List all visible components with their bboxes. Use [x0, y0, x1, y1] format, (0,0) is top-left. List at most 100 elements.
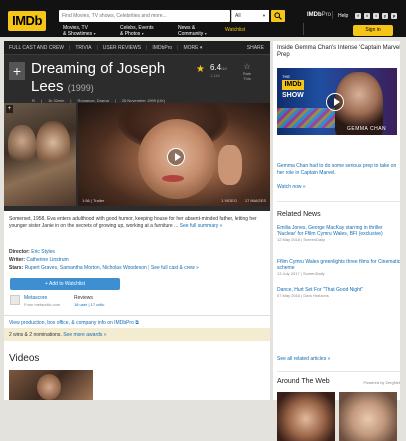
social-links: f t i y p: [355, 13, 397, 19]
title-subnav: FULL CAST AND CREW | TRIVIA | USER REVIE…: [4, 41, 270, 55]
promo-stripe-graphic: [277, 108, 337, 128]
videos-heading: Videos: [9, 353, 40, 364]
captain-marvel-link[interactable]: Captain Marvel: [301, 170, 335, 176]
media-counts: 1 VIDEO 17 IMAGES: [221, 198, 266, 203]
facebook-icon[interactable]: f: [355, 13, 361, 19]
imdbpro-production-link[interactable]: View production, box office, & company i…: [4, 315, 270, 328]
promo-desc-text[interactable]: Gemma Chan had to do some serious prep t…: [277, 163, 396, 176]
trailer-video[interactable]: 1:56 | Trailer 1 VIDEO 17 IMAGES: [78, 103, 270, 206]
scrollbar[interactable]: [400, 41, 406, 400]
credit-divider: |: [148, 265, 150, 271]
imdb-show-logo: IMDb: [282, 80, 304, 90]
poster-image[interactable]: +: [4, 103, 76, 206]
share-button[interactable]: SHARE: [247, 45, 264, 51]
reviews-links[interactable]: 18 user | 17 critic: [74, 302, 104, 307]
search-icon: [274, 12, 282, 20]
video-thumbnail-face: [37, 374, 61, 400]
poster-figure: [36, 121, 70, 169]
sign-in-button[interactable]: Sign in: [353, 25, 393, 36]
menu-news-line2: Community: [178, 31, 204, 37]
image-count-link[interactable]: 17 IMAGES: [245, 198, 266, 203]
subnav-more[interactable]: MORE ▾: [183, 45, 202, 51]
video-count-link[interactable]: 1 VIDEO: [221, 198, 237, 203]
star-icon: ★: [196, 64, 205, 75]
menu-movies-tv-line2: & Showtimes: [63, 31, 93, 37]
powered-by-label: Powered by ZergNet: [363, 380, 400, 385]
related-news-heading: Related News: [277, 211, 321, 218]
subnav-trivia[interactable]: TRIVIA: [75, 45, 91, 51]
subnav-divider: |: [69, 44, 71, 51]
all-related-articles-link[interactable]: See all related articles »: [277, 356, 330, 362]
rating-count[interactable]: 1,116: [210, 73, 220, 78]
promo-video[interactable]: THE IMDb SHOW GEMMA CHAN: [277, 68, 397, 135]
video-thumbnail[interactable]: [9, 370, 93, 400]
title-main-column: FULL CAST AND CREW | TRIVIA | USER REVIE…: [4, 41, 270, 400]
pinterest-icon[interactable]: p: [391, 13, 397, 19]
add-to-watchlist-button[interactable]: + Add to Watchlist: [10, 278, 120, 290]
video-frame-lips: [162, 175, 184, 182]
subnav-user-reviews[interactable]: USER REVIEWS: [103, 45, 141, 51]
search-category-label: All: [235, 13, 241, 19]
search-input[interactable]: [59, 10, 230, 22]
external-link-icon: ⧉: [135, 320, 139, 326]
stars-links[interactable]: Rupert Graves, Samantha Morton, Nicholas…: [25, 265, 147, 271]
title-overview: FULL CAST AND CREW | TRIVIA | USER REVIE…: [4, 41, 270, 211]
watch-now-link[interactable]: Watch now »: [277, 184, 306, 190]
play-icon[interactable]: [167, 148, 185, 166]
director-link[interactable]: Eric Styles: [31, 249, 55, 255]
news-title-link[interactable]: Emilia Jones, George MacKay starring in …: [277, 225, 403, 237]
subnav-divider: |: [96, 44, 98, 51]
search-button[interactable]: [271, 10, 285, 22]
news-meta: 13 July 2017 | ScreenDaily: [277, 271, 325, 276]
see-more-awards-link[interactable]: See more awards »: [63, 332, 106, 338]
rate-this-button[interactable]: ☆ Rate This: [238, 62, 256, 82]
subnav-imdbpro[interactable]: IMDbPro: [152, 45, 172, 51]
main-menu: Movies, TV & Showtimes ▾ Celebs, Events …: [63, 25, 245, 37]
writer-link[interactable]: Catherine Linstrum: [26, 257, 68, 263]
writer-credit: Writer: Catherine Linstrum: [9, 257, 69, 263]
see-full-summary-link[interactable]: See full summary »: [180, 223, 223, 229]
metascore-link[interactable]: Metascore: [24, 295, 47, 301]
imdbpro-link[interactable]: IMDbPro: [307, 12, 331, 18]
poster-figure: [8, 125, 36, 165]
menu-celebs-events[interactable]: Celebs, Events & Photos ▾: [120, 25, 178, 37]
menu-news-community[interactable]: News & Community ▾: [178, 25, 225, 37]
metascore-source: From metacritic.com: [24, 302, 61, 307]
search-box: [59, 10, 230, 22]
nav-divider: [303, 23, 304, 35]
promo-name-caption: GEMMA CHAN: [347, 126, 387, 132]
star-outline-icon: ☆: [243, 62, 251, 71]
promo-desc-end: .: [334, 170, 336, 176]
menu-movies-tv[interactable]: Movies, TV & Showtimes ▾: [63, 25, 120, 37]
stars-credit: Stars: Rupert Graves, Samantha Morton, N…: [9, 265, 199, 271]
around-web-thumbnail[interactable]: [339, 392, 397, 441]
news-title-link[interactable]: Ffilm Cymru Wales greenlights three film…: [277, 259, 403, 271]
video-frame-hand: [218, 145, 242, 185]
chevron-down-icon: ▾: [199, 44, 203, 51]
menu-celebs-line2: & Photos: [120, 31, 141, 37]
promo-show-label: SHOW: [282, 92, 304, 99]
twitter-icon[interactable]: t: [364, 13, 370, 19]
sidebar: Inside Gemma Chan's Intense 'Captain Mar…: [273, 41, 406, 441]
plot-summary: Somerset, 1958. Eva enters adulthood wit…: [9, 216, 265, 230]
subnav-full-cast[interactable]: FULL CAST AND CREW: [9, 45, 64, 51]
imdbpro-label: IMDb: [307, 12, 322, 18]
full-cast-link[interactable]: See full cast & crew »: [151, 265, 199, 271]
promo-title[interactable]: Inside Gemma Chan's Intense 'Captain Mar…: [277, 45, 403, 59]
chevron-down-icon: ▼: [262, 13, 266, 18]
youtube-icon[interactable]: y: [382, 13, 388, 19]
imdb-logo[interactable]: IMDb: [8, 11, 46, 31]
poster-watchlist-ribbon[interactable]: +: [6, 105, 13, 113]
search-category-select[interactable]: All ▼: [231, 10, 269, 22]
help-link[interactable]: Help: [338, 13, 348, 19]
watchlist-link[interactable]: Watchlist: [225, 25, 245, 37]
play-icon[interactable]: [326, 93, 344, 111]
news-item: Dance, Hurt Set For "That Good Night" 07…: [277, 287, 403, 299]
instagram-icon[interactable]: i: [373, 13, 379, 19]
around-web-thumbnail[interactable]: [277, 392, 335, 441]
add-to-watchlist-ribbon[interactable]: +: [9, 62, 25, 80]
title-year[interactable]: (1999): [68, 83, 94, 93]
news-item: Ffilm Cymru Wales greenlights three film…: [277, 259, 403, 277]
awards-text: 2 wins & 2 nominations.: [9, 332, 62, 338]
stars-label: Stars:: [9, 265, 24, 271]
